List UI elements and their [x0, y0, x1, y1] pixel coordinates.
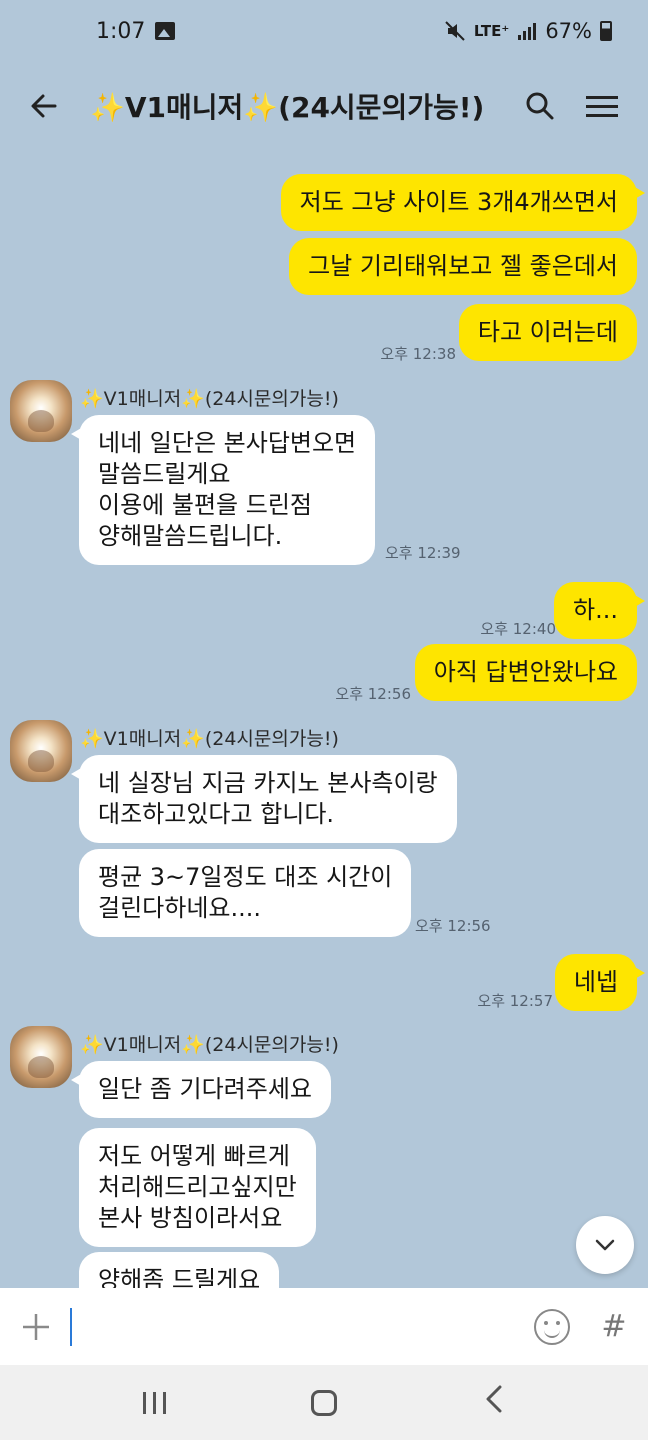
- message-bubble-theirs[interactable]: 네 실장님 지금 카지노 본사측이랑 대조하고있다고 합니다.: [71, 755, 457, 843]
- message-time: 오후 12:56: [415, 917, 491, 935]
- battery-percent: 67%: [545, 19, 592, 43]
- status-time: 1:07: [96, 18, 146, 44]
- message-text: 저도 어떻게 빠르게 처리해드리고싶지만 본사 방침이라서요: [98, 1142, 297, 1232]
- chat-messages[interactable]: 저도 그냥 사이트 3개4개쓰면서 그날 기리태워보고 젤 좋은데서 타고 이러…: [0, 150, 648, 1288]
- status-left: 1:07: [96, 18, 176, 44]
- message-time: 오후 12:40: [480, 620, 556, 638]
- avatar[interactable]: [10, 1026, 72, 1088]
- chat-title: ✨V1매니저✨(24시문의가능!): [90, 91, 485, 124]
- avatar[interactable]: [10, 720, 72, 782]
- message-text: 네넵: [573, 968, 618, 996]
- image-notification-icon: [155, 22, 176, 40]
- search-button[interactable]: [518, 84, 562, 128]
- message-bubble-theirs[interactable]: 네네 일단은 본사답변오면 말씀드릴게요 이용에 불편을 드린점 양해말씀드립니…: [70, 415, 376, 565]
- status-bar: 1:07 LTE⁺ 67%: [0, 0, 648, 62]
- message-bubble-theirs[interactable]: 일단 좀 기다려주세요: [71, 1061, 331, 1118]
- message-bubble-theirs[interactable]: 저도 어떻게 빠르게 처리해드리고싶지만 본사 방침이라서요: [79, 1128, 316, 1247]
- text-cursor: [70, 1307, 72, 1346]
- message-text: 네네 일단은 본사답변오면 말씀드릴게요 이용에 불편을 드린점 양해말씀드립니…: [98, 429, 357, 550]
- network-label: LTE⁺: [473, 22, 510, 40]
- message-text: 하...: [573, 596, 618, 624]
- message-bubble-mine[interactable]: 네넵: [554, 954, 646, 1011]
- message-bubble-mine[interactable]: 저도 그냥 사이트 3개4개쓰면서: [280, 174, 646, 231]
- message-text: 저도 그냥 사이트 3개4개쓰면서: [299, 188, 618, 216]
- sender-name: ✨V1매니저✨(24시문의가능!): [80, 728, 339, 750]
- chat-header: ✨V1매니저✨(24시문의가능!): [0, 62, 648, 150]
- battery-icon: [600, 21, 612, 41]
- message-input-bar: #: [0, 1288, 648, 1365]
- message-time: 오후 12:57: [477, 992, 553, 1010]
- message-bubble-mine[interactable]: 그날 기리태워보고 젤 좋은데서: [289, 238, 637, 295]
- message-time: 오후 12:39: [385, 544, 461, 562]
- sender-name: ✨V1매니저✨(24시문의가능!): [80, 388, 339, 410]
- menu-button[interactable]: [580, 84, 624, 128]
- message-text: 평균 3~7일정도 대조 시간이 걸린다하네요....: [98, 863, 393, 922]
- add-attachment-button[interactable]: [16, 1307, 56, 1347]
- message-text: 일단 좀 기다려주세요: [98, 1075, 312, 1103]
- hash-icon[interactable]: #: [596, 1309, 632, 1344]
- mute-icon: [445, 21, 465, 41]
- system-navigation-bar: [0, 1365, 648, 1440]
- back-button[interactable]: [24, 86, 64, 126]
- message-bubble-theirs[interactable]: 평균 3~7일정도 대조 시간이 걸린다하네요....: [79, 849, 412, 937]
- message-text: 양해좀 드릴게요: [98, 1266, 261, 1288]
- scroll-to-bottom-button[interactable]: [576, 1216, 634, 1274]
- plus-icon: [23, 1313, 49, 1340]
- status-right: LTE⁺ 67%: [444, 19, 612, 43]
- message-time: 오후 12:38: [380, 345, 456, 363]
- message-text: 네 실장님 지금 카지노 본사측이랑 대조하고있다고 합니다.: [98, 769, 438, 828]
- signal-icon: [518, 23, 537, 40]
- avatar[interactable]: [10, 380, 72, 442]
- arrow-left-icon: [31, 94, 57, 118]
- message-bubble-theirs[interactable]: 양해좀 드릴게요: [79, 1252, 280, 1288]
- message-bubble-mine[interactable]: 타고 이러는데: [458, 304, 637, 361]
- menu-icon: [586, 90, 618, 123]
- message-text: 그날 기리태워보고 젤 좋은데서: [308, 252, 618, 280]
- system-back-icon[interactable]: [483, 1384, 505, 1422]
- message-text: 타고 이러는데: [477, 318, 618, 346]
- emoji-icon[interactable]: [534, 1308, 570, 1345]
- message-bubble-mine[interactable]: 아직 답변안왔나요: [414, 644, 637, 701]
- sender-name: ✨V1매니저✨(24시문의가능!): [80, 1034, 339, 1056]
- message-time: 오후 12:56: [335, 685, 411, 703]
- recent-apps-icon[interactable]: [142, 1391, 166, 1414]
- message-bubble-mine[interactable]: 하...: [554, 582, 645, 639]
- message-text: 아직 답변안왔나요: [433, 658, 618, 686]
- chevron-down-icon: [595, 1239, 615, 1251]
- home-icon[interactable]: [311, 1389, 338, 1416]
- message-input[interactable]: [76, 1312, 534, 1341]
- search-icon: [526, 92, 554, 120]
